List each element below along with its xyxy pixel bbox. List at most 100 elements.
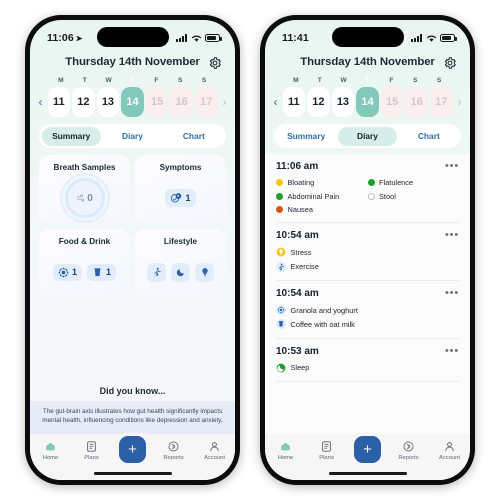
nav-item-plans[interactable]: Plans	[309, 440, 345, 461]
entry-item-flatulence: Flatulence	[367, 176, 460, 189]
gear-icon[interactable]	[208, 56, 222, 70]
date-cell-11[interactable]: 11	[282, 87, 306, 117]
more-options-icon[interactable]: •••	[445, 230, 459, 241]
nav-item-home[interactable]: Home	[33, 440, 69, 461]
location-arrow-icon: ➤	[75, 34, 83, 43]
weekday-sat: S	[168, 77, 192, 84]
account-icon	[210, 442, 219, 452]
entry-time: 11:06 am	[276, 161, 319, 172]
weekday-thu-today: T	[356, 77, 380, 84]
nav-item-account[interactable]: Account	[197, 440, 233, 461]
more-options-icon[interactable]: •••	[445, 161, 459, 172]
nav-label: Reports	[398, 455, 419, 461]
diary-entry[interactable]: 11:06 am ••• Bloating Flatulence Abdomin…	[276, 154, 460, 224]
entry-item-label: Sleep	[290, 363, 310, 373]
date-cell-14-selected[interactable]: 14	[356, 87, 379, 117]
tab-diary[interactable]: Diary	[337, 126, 398, 146]
tab-diary[interactable]: Diary	[103, 127, 162, 146]
nav-label: Account	[439, 455, 460, 461]
date-cell-11[interactable]: 11	[47, 87, 71, 117]
tab-chart[interactable]: Chart	[164, 127, 223, 146]
tab-summary[interactable]: Summary	[41, 126, 101, 146]
reports-icon	[403, 441, 414, 452]
date-cell-16[interactable]: 16	[170, 87, 193, 117]
reports-icon	[168, 441, 179, 452]
bottom-nav: Home Plans + Reports Account	[265, 434, 470, 480]
card-lifestyle[interactable]: Lifestyle	[135, 229, 226, 298]
walking-icon	[276, 261, 286, 272]
weekday-label: T	[365, 77, 370, 84]
card-symptoms[interactable]: Symptoms 1	[135, 155, 226, 224]
lifestyle-stress	[195, 262, 214, 282]
nav-item-add[interactable]: +	[350, 436, 386, 463]
tab-bar-wrapper: Summary Diary Chart	[30, 117, 235, 148]
gear-icon[interactable]	[443, 56, 457, 70]
diary-list[interactable]: 11:06 am ••• Bloating Flatulence Abdomin…	[265, 154, 470, 434]
nav-item-account[interactable]: Account	[432, 440, 468, 461]
nav-label: Home	[42, 455, 59, 461]
diary-entry[interactable]: 10:54 am ••• Stress Exercise	[276, 223, 459, 281]
date-cell-15[interactable]: 15	[380, 87, 404, 117]
breath-wave-icon	[76, 193, 85, 201]
nav-item-reports[interactable]: Reports	[156, 440, 192, 461]
tab-bar: Summary Diary Chart	[274, 124, 461, 148]
entry-time: 10:53 am	[276, 345, 319, 357]
date-cell-15[interactable]: 15	[145, 87, 169, 117]
entry-item-coffee: Coffee with oat milk	[276, 317, 459, 331]
drink-cup-icon	[276, 319, 286, 330]
date-strip: ‹ 11 12 13 14 15 16 17 ›	[30, 87, 235, 117]
more-options-icon[interactable]: •••	[445, 345, 459, 357]
entry-item-abdominal-pain: Abdominal Pain	[276, 189, 368, 202]
tab-chart[interactable]: Chart	[399, 127, 458, 146]
nav-item-reports[interactable]: Reports	[391, 440, 427, 461]
screen-summary: 11:06 ➤ Thursday 14th November M T W T F…	[30, 20, 235, 480]
entry-item-label: Stress	[290, 247, 312, 257]
date-cells: 11 12 13 14 15 16 17	[282, 87, 453, 117]
weekday-sat: S	[403, 77, 427, 84]
status-clock: 11:06 ➤	[47, 32, 83, 44]
nav-item-plans[interactable]: Plans	[74, 440, 110, 461]
did-you-know-panel: Did you know... The gut-brain axis illus…	[30, 380, 235, 434]
card-title: Symptoms	[159, 163, 202, 172]
chevron-right-icon[interactable]: ›	[454, 96, 465, 108]
date-cell-13[interactable]: 13	[96, 87, 120, 117]
nav-item-add[interactable]: +	[115, 436, 151, 463]
status-dot	[276, 192, 283, 200]
date-cell-13[interactable]: 13	[331, 87, 355, 117]
add-icon[interactable]: +	[354, 436, 381, 463]
chevron-right-icon[interactable]: ›	[219, 96, 230, 108]
weekday-label: M	[58, 77, 64, 84]
date-cell-16[interactable]: 16	[405, 87, 428, 117]
date-cell-12[interactable]: 12	[307, 87, 330, 117]
entry-item-exercise: Exercise	[276, 260, 459, 274]
weekday-mon: M	[284, 77, 308, 84]
date-cell-12[interactable]: 12	[72, 87, 95, 117]
entry-time: 10:54 am	[276, 287, 319, 299]
meal-icon	[58, 266, 69, 278]
tab-summary[interactable]: Summary	[277, 127, 336, 146]
wifi-icon	[426, 35, 436, 42]
bulb-icon	[276, 247, 286, 257]
chevron-left-icon[interactable]: ‹	[270, 96, 281, 108]
weekday-mon: M	[49, 77, 73, 84]
card-breath-samples[interactable]: Breath Samples 0	[39, 155, 130, 224]
more-options-icon[interactable]: •••	[445, 287, 459, 299]
add-icon[interactable]: +	[119, 436, 146, 463]
date-cell-17[interactable]: 17	[194, 87, 218, 117]
card-food-and-drink[interactable]: Food & Drink 1 1	[39, 229, 130, 298]
entry-item-label: Abdominal Pain	[287, 191, 340, 201]
nav-item-home[interactable]: Home	[268, 440, 304, 461]
weekday-wed: W	[332, 77, 356, 84]
entry-item-label: Granola and yoghurt	[290, 305, 358, 315]
diary-entry[interactable]: 10:53 am ••• Sleep	[276, 339, 459, 382]
status-dot	[367, 179, 375, 187]
weekday-label: S	[178, 77, 183, 84]
entry-header: 10:54 am •••	[276, 287, 459, 299]
tab-bar-wrapper: Summary Diary Chart	[265, 117, 470, 148]
plans-icon	[87, 441, 96, 452]
date-cell-14-selected[interactable]: 14	[121, 87, 144, 117]
chevron-left-icon[interactable]: ‹	[35, 96, 46, 108]
account-icon	[445, 442, 454, 452]
date-cell-17[interactable]: 17	[429, 87, 453, 117]
diary-entry[interactable]: 10:54 am ••• Granola and yoghurt Coffee …	[276, 281, 459, 339]
